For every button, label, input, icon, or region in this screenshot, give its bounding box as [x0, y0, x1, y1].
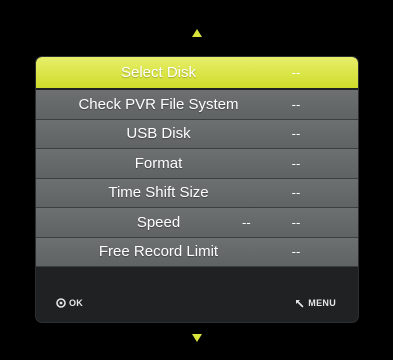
menu-item-label: USB Disk — [126, 125, 191, 143]
menu-item-label: Check PVR File System — [78, 95, 239, 113]
ok-hint: OK — [56, 298, 83, 308]
menu-item-format[interactable]: Format -- — [36, 149, 358, 179]
menu-item-value: -- — [291, 155, 301, 171]
menu-item-label: Free Record Limit — [98, 243, 219, 261]
menu-item-time-shift-size[interactable]: Time Shift Size -- — [36, 178, 358, 208]
menu-item-label: Time Shift Size — [108, 184, 209, 202]
menu-item-speed[interactable]: Speed -- -- — [36, 208, 358, 238]
menu-item-value: -- — [291, 244, 301, 260]
menu-item-value: -- — [291, 96, 301, 112]
key-hint-bar: OK MENU — [36, 289, 358, 322]
ok-hint-label: OK — [69, 298, 84, 308]
return-arrow-icon — [296, 299, 304, 307]
menu-item-select-disk[interactable]: Select Disk -- — [36, 57, 358, 90]
menu-item-free-record-limit[interactable]: Free Record Limit -- — [36, 237, 358, 267]
scroll-down-arrow[interactable] — [0, 331, 393, 345]
pvr-settings-panel: Select Disk -- Check PVR File System -- … — [36, 57, 358, 322]
menu-item-usb-disk[interactable]: USB Disk -- — [36, 119, 358, 149]
menu-item-value: -- — [291, 126, 301, 142]
menu-item-label: Select Disk — [120, 64, 197, 81]
menu-item-check-pvr-file-system[interactable]: Check PVR File System -- — [36, 90, 358, 120]
triangle-down-icon — [191, 334, 202, 342]
menu-hint-label: MENU — [308, 298, 336, 308]
menu-item-value: -- — [291, 185, 301, 201]
triangle-up-icon — [191, 29, 202, 37]
menu-item-label: Format — [134, 154, 183, 172]
ok-button-icon — [56, 298, 66, 308]
menu-item-value: -- — [291, 65, 301, 80]
menu-hint: MENU — [295, 298, 336, 308]
menu-item-inline-value: -- — [242, 214, 251, 230]
menu-item-value: -- — [291, 214, 301, 230]
scroll-up-arrow[interactable] — [0, 26, 393, 40]
